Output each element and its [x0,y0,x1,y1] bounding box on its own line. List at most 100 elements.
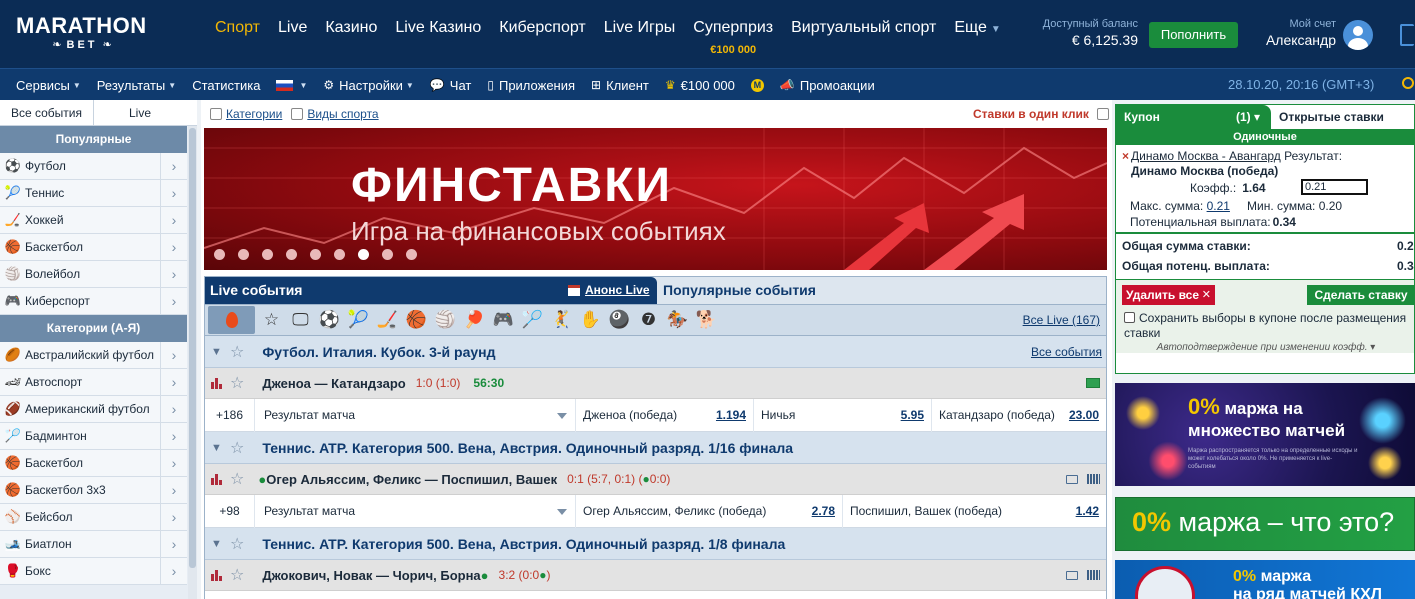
chevron-right-icon[interactable]: › [160,207,187,233]
chevron-right-icon[interactable]: › [160,153,187,179]
chevron-down-icon[interactable]: ▼ [211,538,227,550]
tennis-icon[interactable]: 🎾 [346,306,371,334]
remove-bet-icon[interactable]: × [1122,149,1129,163]
keep-choices-option[interactable]: Сохранить выборы в купоне после размещен… [1124,311,1414,341]
bet-event-link[interactable]: Динамо Москва - Авангард [1131,149,1281,163]
hockey-icon[interactable]: 🏒 [375,306,400,334]
sidebar-popular-item[interactable]: 🏐 Волейбол › [0,261,187,288]
stats-icon[interactable] [211,473,223,485]
carousel-dot[interactable] [358,249,369,260]
tab-popular-events[interactable]: Популярные события [657,277,816,304]
market-select[interactable]: Результат матча [255,494,576,528]
chevron-right-icon[interactable]: › [160,558,187,584]
favorite-star-icon[interactable]: ☆ [230,565,244,585]
subnav-statistics[interactable]: Статистика [184,78,268,93]
promo-zero-margin-what[interactable]: 0% маржа – что это? [1115,497,1415,551]
language-selector[interactable]: ▼ [268,79,315,91]
favorite-star-icon[interactable]: ☆ [230,342,244,362]
nav-more[interactable]: Еще ▼ [945,17,1009,57]
volleyball-icon[interactable]: 🏐 [433,306,458,334]
stake-input[interactable]: 0.21 [1301,179,1368,195]
statistics-icon[interactable] [1087,474,1100,484]
subnav-chat[interactable]: 💬 Чат [422,78,480,93]
nav-superprize[interactable]: Суперприз €100 000 [684,17,782,57]
subnav-client[interactable]: ⊞ Клиент [583,78,657,93]
horse-racing-icon[interactable]: 🏇 [665,306,690,334]
carousel-dot[interactable] [286,249,297,260]
subnav-jackpot[interactable]: ♛ €100 000 [657,78,743,93]
sidebar-category-item[interactable]: ⚾ Бейсбол › [0,504,187,531]
one-click-checkbox[interactable] [1097,108,1109,120]
more-markets-link[interactable]: +186 [205,398,255,432]
event-row[interactable]: ☆ ●Огер Альяссим, Феликс — Поспишил, Ваш… [205,464,1106,495]
chevron-right-icon[interactable]: › [160,261,187,287]
tab-open-bets[interactable]: Открытые ставки [1271,105,1384,129]
odd-cell[interactable]: Поспишил, Вашек (победа) 1.42 [843,495,1106,528]
max-sum-link[interactable]: 0.21 [1207,199,1230,213]
odd-cell[interactable]: Дженоа (победа) 1.194 [576,398,754,432]
chevron-down-icon[interactable]: ▼ [211,346,227,358]
chevron-right-icon[interactable]: › [160,504,187,530]
nav-esports[interactable]: Киберспорт [490,17,594,57]
sports-link[interactable]: Виды спорта [307,107,378,121]
odd-value[interactable]: 2.78 [812,495,835,528]
nav-casino[interactable]: Казино [316,17,386,57]
stats-icon[interactable] [211,377,223,389]
carousel-dot[interactable] [334,249,345,260]
badminton-icon[interactable]: 🏸 [520,306,545,334]
tab-coupon[interactable]: Купон (1) ▾ [1116,105,1271,129]
basketball-icon[interactable]: 🏀 [404,306,429,334]
chevron-right-icon[interactable]: › [160,423,187,449]
sidebar-category-item[interactable]: 🎿 Биатлон › [0,531,187,558]
tv-icon[interactable] [1066,570,1078,580]
statistics-icon[interactable] [1087,570,1100,580]
datetime[interactable]: 28.10.20, 20:16 (GMT+3) [1228,77,1374,92]
promo-zero-margin-many[interactable]: 0% маржа на множество матчей Маржа распр… [1115,383,1415,486]
football-icon[interactable]: ⚽ [317,306,342,334]
chevron-right-icon[interactable]: › [160,369,187,395]
marathonbet-logo[interactable]: MARATHON BET [16,14,156,56]
nav-live-casino[interactable]: Live Казино [386,17,490,57]
scoreboard-icon[interactable] [1086,378,1100,388]
stats-icon[interactable] [211,569,223,581]
snooker-icon[interactable]: ❼ [636,306,661,334]
event-name[interactable]: Дженоа — Катандзаро [262,376,405,391]
odd-value[interactable]: 23.00 [1069,399,1099,432]
event-name[interactable]: Джокович, Новак — Чорич, Борна● [262,568,488,583]
categories-checkbox[interactable] [210,108,222,120]
chevron-right-icon[interactable]: › [160,450,187,476]
odd-value[interactable]: 1.194 [716,399,746,432]
beach-volleyball-icon[interactable]: ✋ [578,306,603,334]
subnav-promo[interactable]: 📣 Промоакции [772,78,883,93]
odd-cell[interactable]: Огер Альяссим, Феликс (победа) 2.78 [576,494,843,528]
tab-live[interactable]: Live [93,100,186,125]
make-bet-button[interactable]: Сделать ставку [1307,285,1414,305]
esports-icon[interactable]: 🎮 [491,306,516,334]
favorite-star-icon[interactable]: ☆ [230,469,244,489]
subnav-services[interactable]: Сервисы ▼ [8,78,89,93]
star-icon[interactable]: ☆ [259,306,284,334]
subnav-settings[interactable]: ⚙ Настройки ▼ [315,78,421,93]
carousel-dot[interactable] [310,249,321,260]
subnav-apps[interactable]: ▯ Приложения [479,78,583,93]
tab-live-events[interactable]: Live события Анонс Live [205,277,657,304]
auto-confirm[interactable]: Автоподтверждение при изменении коэфф. ▾ [1116,342,1414,353]
odd-value[interactable]: 5.95 [901,399,924,432]
championship-header[interactable]: ▼ ☆ Теннис. ATP. Категория 500. Вена, Ав… [205,528,1106,560]
odd-cell[interactable]: Катандзаро (победа) 23.00 [932,399,1106,432]
carousel-dot[interactable] [382,249,393,260]
sports-checkbox[interactable] [291,108,304,120]
chevron-down-icon[interactable]: ▼ [211,442,227,454]
search-icon[interactable] [1402,77,1414,89]
billiards-icon[interactable]: 🎱 [607,306,632,334]
announce-live-link[interactable]: Анонс Live [568,277,650,304]
greyhound-icon[interactable]: 🐕 [694,306,719,334]
odd-value[interactable]: 1.42 [1076,495,1099,528]
carousel-dot[interactable] [406,249,417,260]
event-name[interactable]: ●Огер Альяссим, Феликс — Поспишил, Вашек [258,472,557,487]
sidebar-category-item[interactable]: 🏉 Австралийский футбол › [0,342,187,369]
more-markets-link[interactable]: +98 [205,494,255,528]
promo-banner[interactable]: ФИНСТАВКИ Игра на финансовых событиях [204,128,1107,270]
sidebar-category-item[interactable]: 🏀 Баскетбол › [0,450,187,477]
championship-header[interactable]: ▼ ☆ Теннис. ATP. Категория 500. Вена, Ав… [205,432,1106,464]
